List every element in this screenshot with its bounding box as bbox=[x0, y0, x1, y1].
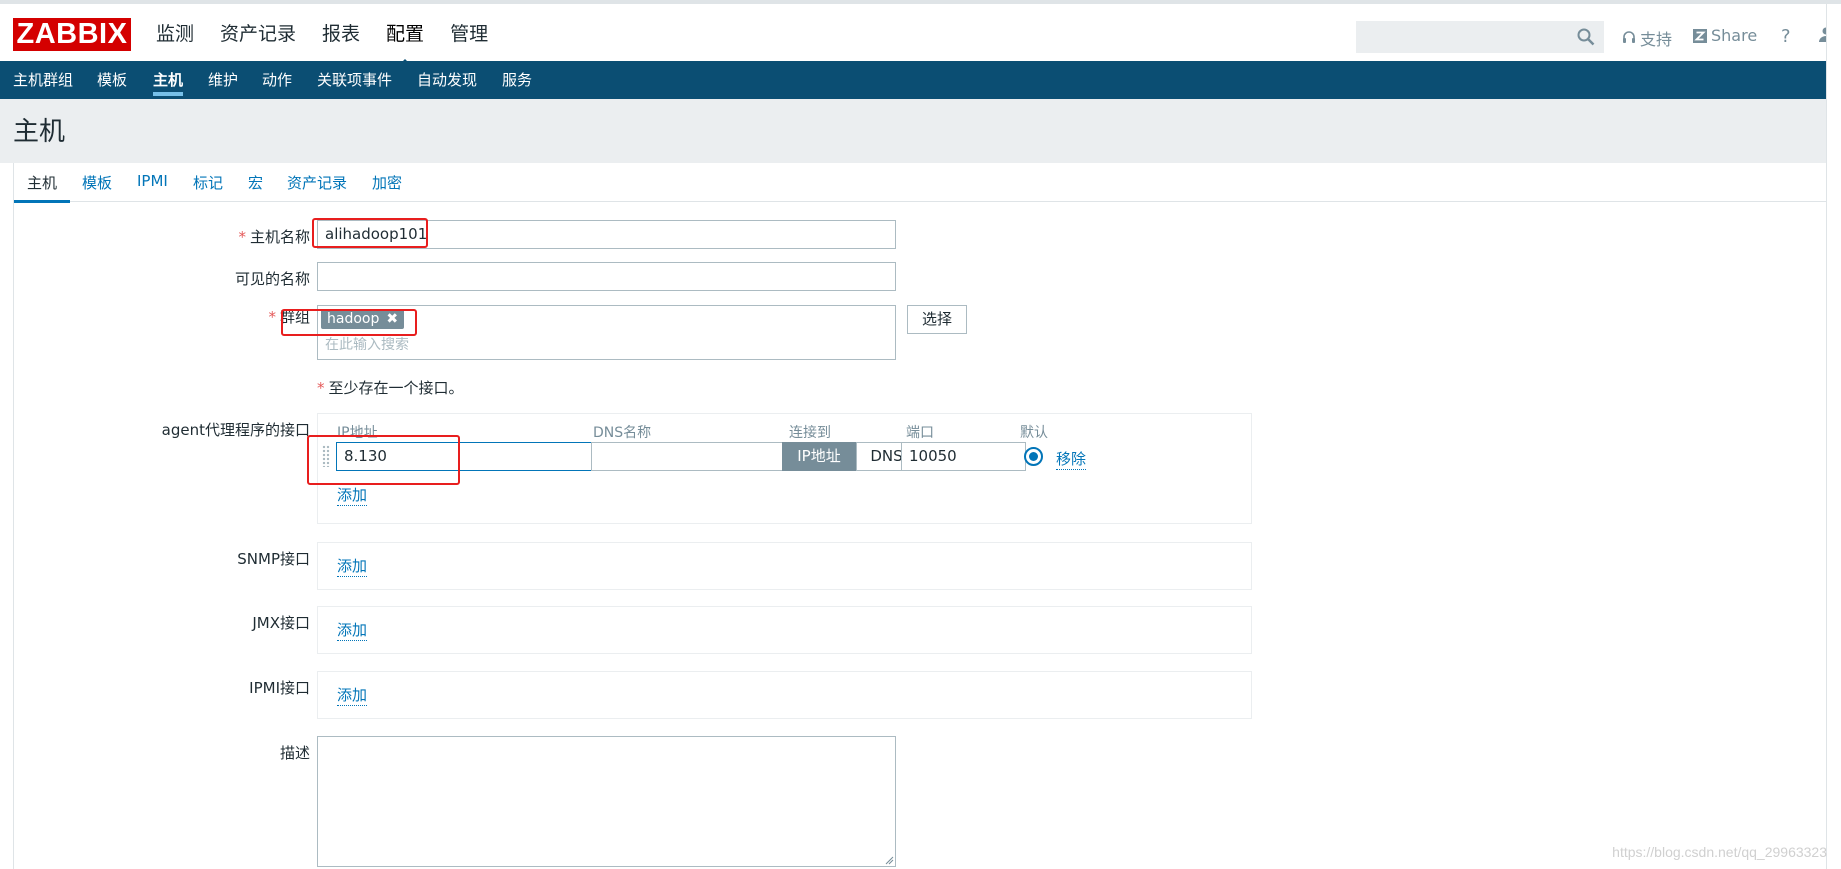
main-nav-configuration[interactable]: 配置 bbox=[386, 20, 424, 67]
add-jmx-interface-link[interactable]: 添加 bbox=[337, 619, 368, 641]
tab-host[interactable]: 主机 bbox=[13, 172, 71, 203]
col-dns: DNS名称 bbox=[593, 425, 652, 441]
description-textarea[interactable] bbox=[317, 736, 896, 867]
col-default: 默认 bbox=[1020, 425, 1048, 441]
main-nav-monitoring[interactable]: 监测 bbox=[156, 20, 194, 48]
subnav-host-groups[interactable]: 主机群组 bbox=[13, 70, 73, 90]
connect-ip-button[interactable]: IP地址 bbox=[782, 442, 856, 471]
tab-tags[interactable]: 标记 bbox=[193, 172, 223, 193]
resize-handle-icon[interactable] bbox=[884, 855, 894, 865]
tab-macros[interactable]: 宏 bbox=[248, 172, 263, 193]
tab-inventory[interactable]: 资产记录 bbox=[287, 172, 347, 193]
tab-ipmi[interactable]: IPMI bbox=[137, 172, 168, 190]
watermark: https://blog.csdn.net/qq_29963323 bbox=[1612, 844, 1827, 860]
main-nav-inventory[interactable]: 资产记录 bbox=[220, 20, 296, 48]
search-icon[interactable] bbox=[1577, 28, 1595, 46]
agent-interface-label: agent代理程序的接口 bbox=[161, 421, 310, 439]
annotation-box bbox=[281, 309, 417, 336]
connect-to-toggle: IP地址 DNS bbox=[782, 442, 917, 471]
support-label: 支持 bbox=[1640, 30, 1673, 49]
subnav-maintenance[interactable]: 维护 bbox=[208, 70, 238, 90]
tab-templates[interactable]: 模板 bbox=[82, 172, 112, 193]
global-search-input[interactable] bbox=[1356, 21, 1604, 53]
visible-name-input[interactable] bbox=[317, 262, 896, 291]
share-link[interactable]: Share bbox=[1693, 26, 1757, 45]
host-name-label-text: 主机名称 bbox=[249, 228, 310, 246]
subnav-templates[interactable]: 模板 bbox=[97, 70, 127, 90]
remove-interface-link[interactable]: 移除 bbox=[1056, 448, 1087, 470]
jmx-interface-label: JMX接口 bbox=[252, 614, 310, 632]
select-groups-button[interactable]: 选择 bbox=[907, 305, 967, 334]
snmp-interface-box: 添加 bbox=[317, 542, 1252, 590]
page-title: 主机 bbox=[13, 117, 66, 147]
agent-dns-input[interactable] bbox=[591, 442, 809, 471]
default-interface-radio[interactable] bbox=[1024, 447, 1043, 466]
subnav-correlation[interactable]: 关联项事件 bbox=[317, 70, 392, 90]
description-label: 描述 bbox=[279, 744, 310, 762]
annotation-box bbox=[312, 218, 428, 248]
zabbix-logo[interactable]: ZABBIX bbox=[13, 18, 131, 51]
required-marker: * bbox=[317, 379, 325, 397]
help-icon[interactable]: ? bbox=[1781, 26, 1791, 47]
subnav-discovery[interactable]: 自动发现 bbox=[417, 70, 477, 90]
ipmi-interface-box: 添加 bbox=[317, 671, 1252, 719]
share-label: Share bbox=[1711, 26, 1758, 45]
visible-name-label: 可见的名称 bbox=[234, 270, 310, 288]
required-marker: * bbox=[238, 228, 246, 246]
ipmi-interface-label: IPMI接口 bbox=[249, 679, 310, 697]
support-link[interactable]: 支持 bbox=[1622, 26, 1672, 50]
subnav-services[interactable]: 服务 bbox=[502, 70, 532, 90]
groups-search-placeholder[interactable]: 在此输入搜索 bbox=[325, 332, 409, 359]
sub-nav: 主机群组 模板 主机 维护 动作 关联项事件 自动发现 服务 bbox=[0, 61, 1841, 99]
jmx-interface-box: 添加 bbox=[317, 606, 1252, 654]
headset-icon bbox=[1623, 31, 1635, 43]
required-marker: * bbox=[268, 308, 276, 326]
main-nav-administration[interactable]: 管理 bbox=[450, 20, 488, 48]
subnav-hosts[interactable]: 主机 bbox=[153, 70, 184, 96]
add-agent-interface-link[interactable]: 添加 bbox=[337, 484, 368, 506]
main-nav: 监测 资产记录 报表 配置 管理 bbox=[156, 20, 514, 67]
scrollbar-track[interactable] bbox=[1826, 4, 1841, 869]
page-header: 主机 bbox=[0, 99, 1841, 163]
host-form-panel: 主机 模板 IPMI 标记 宏 资产记录 加密 * 主机名称 alihadoop1… bbox=[13, 163, 1841, 869]
interface-notice: * 至少存在一个接口。 bbox=[317, 377, 464, 398]
agent-port-input[interactable]: 10050 bbox=[901, 442, 1026, 471]
host-name-label: * 主机名称 bbox=[238, 226, 310, 247]
col-connect: 连接到 bbox=[789, 425, 831, 441]
add-snmp-interface-link[interactable]: 添加 bbox=[337, 555, 368, 577]
col-port: 端口 bbox=[906, 425, 934, 441]
subnav-actions[interactable]: 动作 bbox=[262, 70, 292, 90]
share-z-icon bbox=[1693, 28, 1707, 43]
interface-notice-text: 至少存在一个接口。 bbox=[328, 379, 464, 397]
top-header: ZABBIX 监测 资产记录 报表 配置 管理 支持 Share ? bbox=[0, 0, 1841, 67]
add-ipmi-interface-link[interactable]: 添加 bbox=[337, 684, 368, 706]
form-tabs: 主机 模板 IPMI 标记 宏 资产记录 加密 bbox=[13, 163, 1841, 203]
annotation-box bbox=[307, 435, 460, 485]
tab-encryption[interactable]: 加密 bbox=[372, 172, 402, 193]
snmp-interface-label: SNMP接口 bbox=[237, 550, 310, 568]
main-nav-reports[interactable]: 报表 bbox=[322, 20, 360, 48]
